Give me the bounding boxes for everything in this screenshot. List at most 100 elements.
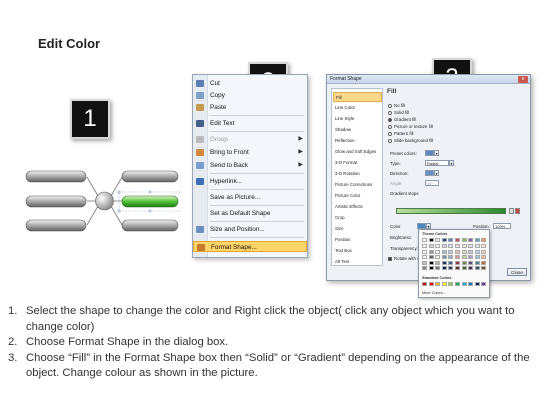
theme-shade-swatch[interactable]	[441, 260, 447, 265]
menu-item-paste[interactable]: Paste	[193, 102, 307, 113]
theme-shade-swatch[interactable]	[435, 244, 441, 248]
nav-picture-corrections[interactable]: Picture Corrections	[333, 180, 382, 190]
theme-shade-swatch[interactable]	[448, 255, 454, 259]
nav-artistic-effects[interactable]: Artistic Effects	[333, 202, 382, 212]
theme-color-swatch[interactable]	[435, 238, 441, 242]
standard-color-swatch[interactable]	[448, 282, 454, 286]
theme-shade-swatch[interactable]	[481, 249, 487, 254]
theme-shade-swatch[interactable]	[448, 266, 454, 270]
theme-shade-swatch[interactable]	[461, 266, 467, 270]
menu-item-group[interactable]: Group ▶	[193, 134, 307, 145]
nav-crop[interactable]: Crop	[333, 213, 382, 223]
theme-shade-swatch[interactable]	[474, 244, 480, 248]
theme-color-swatch[interactable]	[461, 238, 467, 242]
theme-shade-swatch[interactable]	[422, 249, 427, 254]
theme-shade-swatch[interactable]	[448, 249, 454, 254]
menu-item-hyperlink[interactable]: Hyperlink...	[193, 176, 307, 187]
radio-solid-fill[interactable]: Solid fill	[388, 110, 409, 115]
theme-shade-swatch[interactable]	[455, 255, 460, 259]
nav-3d-rotation[interactable]: 3-D Rotation	[333, 169, 382, 179]
theme-color-swatch[interactable]	[474, 238, 480, 242]
radio-picture-fill[interactable]: Picture or texture fill	[388, 124, 433, 129]
gradient-stops-bar[interactable]	[396, 208, 506, 214]
theme-shade-swatch[interactable]	[481, 244, 487, 248]
direction-picker[interactable]	[425, 170, 434, 176]
theme-shade-swatch[interactable]	[474, 255, 480, 259]
theme-color-swatch[interactable]	[481, 238, 487, 242]
theme-shade-swatch[interactable]	[468, 249, 474, 254]
type-select[interactable]: Radial	[425, 160, 449, 166]
theme-shade-swatch[interactable]	[455, 244, 460, 248]
radio-pattern-fill[interactable]: Pattern fill	[388, 131, 414, 136]
theme-shade-swatch[interactable]	[474, 249, 480, 254]
menu-item-set-default-shape[interactable]: Set as Default Shape	[193, 208, 307, 219]
theme-shade-swatch[interactable]	[435, 249, 441, 254]
nav-glow[interactable]: Glow and Soft Edges	[333, 147, 382, 157]
theme-color-swatch[interactable]	[468, 238, 474, 242]
theme-shade-swatch[interactable]	[468, 260, 474, 265]
theme-shade-swatch[interactable]	[441, 244, 447, 248]
theme-shade-swatch[interactable]	[422, 244, 427, 248]
theme-shade-swatch[interactable]	[468, 266, 474, 270]
radio-slide-background-fill[interactable]: Slide background fill	[388, 138, 433, 143]
theme-shade-swatch[interactable]	[428, 249, 434, 254]
chevron-down-icon[interactable]: ▾	[434, 170, 439, 176]
menu-item-format-shape[interactable]: Format Shape...	[193, 241, 307, 252]
theme-shade-swatch[interactable]	[461, 244, 467, 248]
theme-shade-swatch[interactable]	[428, 260, 434, 265]
standard-color-swatch[interactable]	[474, 282, 480, 286]
theme-shade-swatch[interactable]	[422, 255, 427, 259]
theme-shade-swatch[interactable]	[428, 255, 434, 259]
nav-position[interactable]: Position	[333, 235, 382, 245]
remove-stop-icon[interactable]	[515, 208, 520, 214]
theme-shade-swatch[interactable]	[455, 266, 460, 270]
standard-color-swatch[interactable]	[422, 282, 427, 286]
menu-item-bring-to-front[interactable]: Bring to Front ▶	[193, 147, 307, 158]
menu-item-cut[interactable]: Cut	[193, 78, 307, 89]
theme-shade-swatch[interactable]	[474, 266, 480, 270]
theme-shade-swatch[interactable]	[481, 260, 487, 265]
chevron-down-icon[interactable]: ▾	[434, 150, 439, 156]
menu-item-edit-text[interactable]: Edit Text	[193, 118, 307, 129]
chevron-down-icon[interactable]: ▾	[449, 160, 454, 166]
nav-shadow[interactable]: Shadow	[333, 125, 382, 135]
theme-shade-swatch[interactable]	[461, 255, 467, 259]
nav-3d-format[interactable]: 3-D Format	[333, 158, 382, 168]
standard-color-swatch[interactable]	[428, 282, 434, 286]
theme-shade-swatch[interactable]	[422, 260, 427, 265]
add-stop-icon[interactable]	[509, 208, 514, 214]
theme-shade-swatch[interactable]	[455, 249, 460, 254]
theme-color-swatch[interactable]	[448, 238, 454, 242]
standard-color-swatch[interactable]	[481, 282, 487, 286]
nav-picture-color[interactable]: Picture Color	[333, 191, 382, 201]
close-button[interactable]: Close	[507, 268, 527, 276]
theme-shade-swatch[interactable]	[461, 260, 467, 265]
standard-color-swatch[interactable]	[461, 282, 467, 286]
menu-item-save-as-picture[interactable]: Save as Picture...	[193, 192, 307, 203]
theme-shade-swatch[interactable]	[461, 249, 467, 254]
theme-shade-swatch[interactable]	[441, 266, 447, 270]
nav-line-style[interactable]: Line Style	[333, 114, 382, 124]
theme-shade-swatch[interactable]	[435, 255, 441, 259]
theme-color-swatch[interactable]	[441, 238, 447, 242]
nav-size[interactable]: Size	[333, 224, 382, 234]
menu-item-copy[interactable]: Copy	[193, 90, 307, 101]
angle-input[interactable]: 45°	[425, 180, 439, 186]
radio-no-fill[interactable]: No fill	[388, 103, 405, 108]
theme-shade-swatch[interactable]	[474, 260, 480, 265]
theme-shade-swatch[interactable]	[468, 244, 474, 248]
theme-shade-swatch[interactable]	[428, 266, 434, 270]
theme-color-swatch[interactable]	[422, 238, 427, 242]
menu-item-send-to-back[interactable]: Send to Back ▶	[193, 160, 307, 171]
theme-shade-swatch[interactable]	[468, 255, 474, 259]
nav-fill[interactable]: Fill	[333, 92, 382, 102]
theme-color-swatch[interactable]	[455, 238, 460, 242]
theme-shade-swatch[interactable]	[481, 255, 487, 259]
nav-alt-text[interactable]: Alt Text	[333, 257, 382, 267]
dialog-close-icon[interactable]: x	[518, 76, 528, 83]
theme-shade-swatch[interactable]	[481, 266, 487, 270]
position-input[interactable]: 100%	[493, 223, 511, 229]
theme-shade-swatch[interactable]	[448, 244, 454, 248]
theme-shade-swatch[interactable]	[448, 260, 454, 265]
standard-color-swatch[interactable]	[435, 282, 441, 286]
